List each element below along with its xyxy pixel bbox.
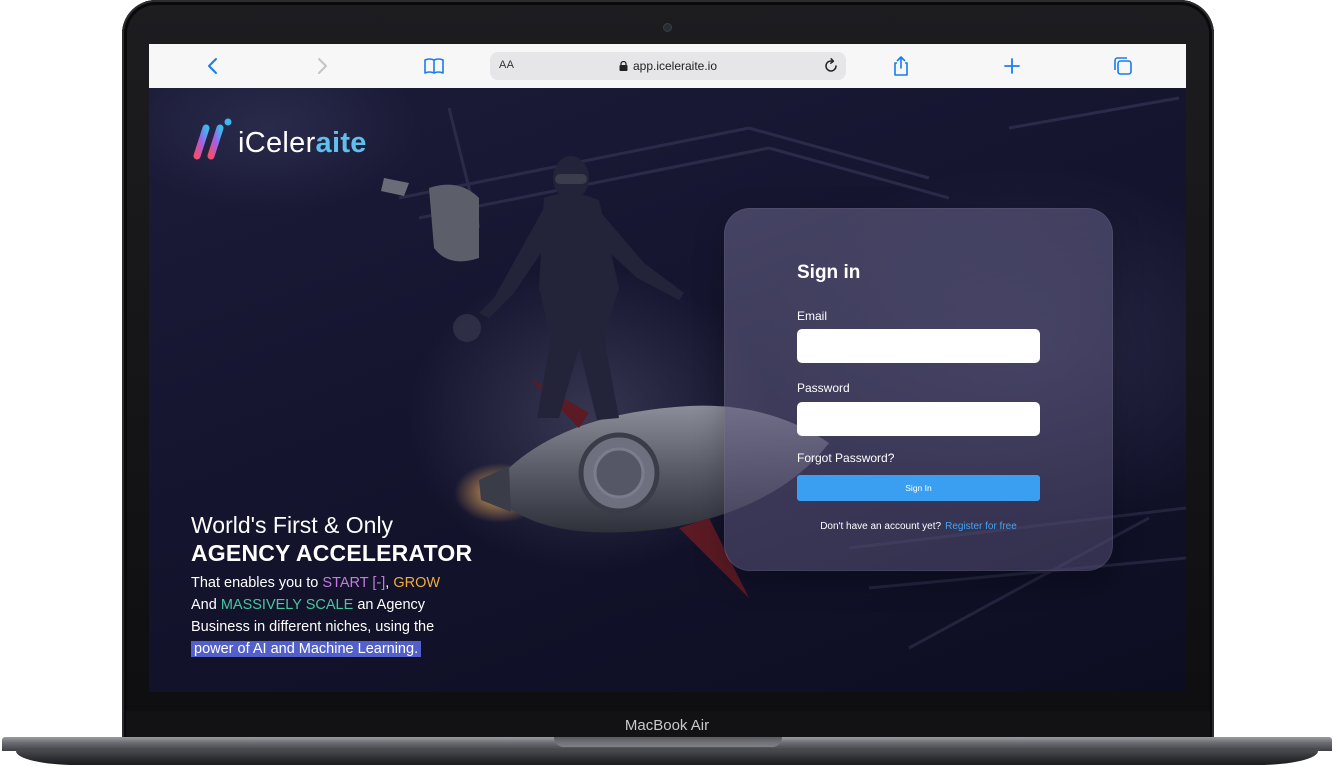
- hero-grow-word: GROW: [393, 575, 441, 591]
- logo-text-light: iCeler: [238, 127, 316, 159]
- email-label: Email: [797, 309, 828, 323]
- forward-icon[interactable]: [310, 54, 334, 78]
- model-label: MacBook Air: [624, 717, 710, 734]
- hero-block: World's First & Only AGENCY ACCELERATOR …: [191, 512, 481, 660]
- hero-description: That enables you to START [-], GROW And M…: [191, 572, 481, 660]
- password-label: Password: [797, 381, 850, 395]
- camera-icon: [664, 24, 671, 31]
- hero-and: And: [191, 597, 221, 613]
- browser-toolbar: AA app.iceleraite.io: [149, 44, 1186, 89]
- lock-icon: [619, 61, 628, 71]
- register-row: Don't have an account yet? Register for f…: [724, 521, 1113, 532]
- hero-scale-word: MASSIVELY SCALE: [220, 597, 354, 613]
- signin-card: Sign in Email Password Forgot Password? …: [724, 208, 1113, 571]
- password-field[interactable]: [797, 402, 1040, 436]
- register-link[interactable]: Register for free: [945, 521, 1017, 532]
- hero-highlight: power of AI and Machine Learning.: [191, 641, 422, 657]
- signin-title: Sign in: [797, 262, 861, 283]
- url-display[interactable]: app.iceleraite.io: [490, 59, 846, 73]
- laptop-base-lip: [16, 750, 1318, 765]
- back-icon[interactable]: [201, 54, 225, 78]
- hero-desc-prefix: That enables you to: [191, 575, 323, 591]
- share-icon[interactable]: [889, 54, 913, 78]
- laptop-notch: [554, 737, 782, 747]
- screen: AA app.iceleraite.io iCeleraite World's …: [149, 44, 1186, 692]
- hero-start-word: START [-]: [322, 575, 386, 591]
- login-page: iCeleraite World's First & Only AGENCY A…: [149, 88, 1186, 692]
- brand-logo-text: iCeleraite: [238, 127, 367, 160]
- new-tab-icon[interactable]: [1000, 54, 1024, 78]
- hero-heading: AGENCY ACCELERATOR: [191, 540, 473, 566]
- reload-icon[interactable]: [822, 57, 840, 75]
- url-text: app.iceleraite.io: [632, 59, 718, 73]
- hero-subheading: World's First & Only: [191, 512, 394, 538]
- forgot-password-link[interactable]: Forgot Password?: [797, 451, 894, 465]
- address-bar[interactable]: AA app.iceleraite.io: [490, 52, 846, 80]
- bookmarks-icon[interactable]: [422, 54, 446, 78]
- signin-button[interactable]: Sign In: [797, 475, 1040, 501]
- brand-logo-icon: [193, 118, 232, 160]
- email-field[interactable]: [797, 329, 1040, 363]
- tabs-icon[interactable]: [1111, 54, 1135, 78]
- logo-text-accent: aite: [315, 127, 367, 159]
- no-account-text: Don't have an account yet?: [820, 521, 942, 532]
